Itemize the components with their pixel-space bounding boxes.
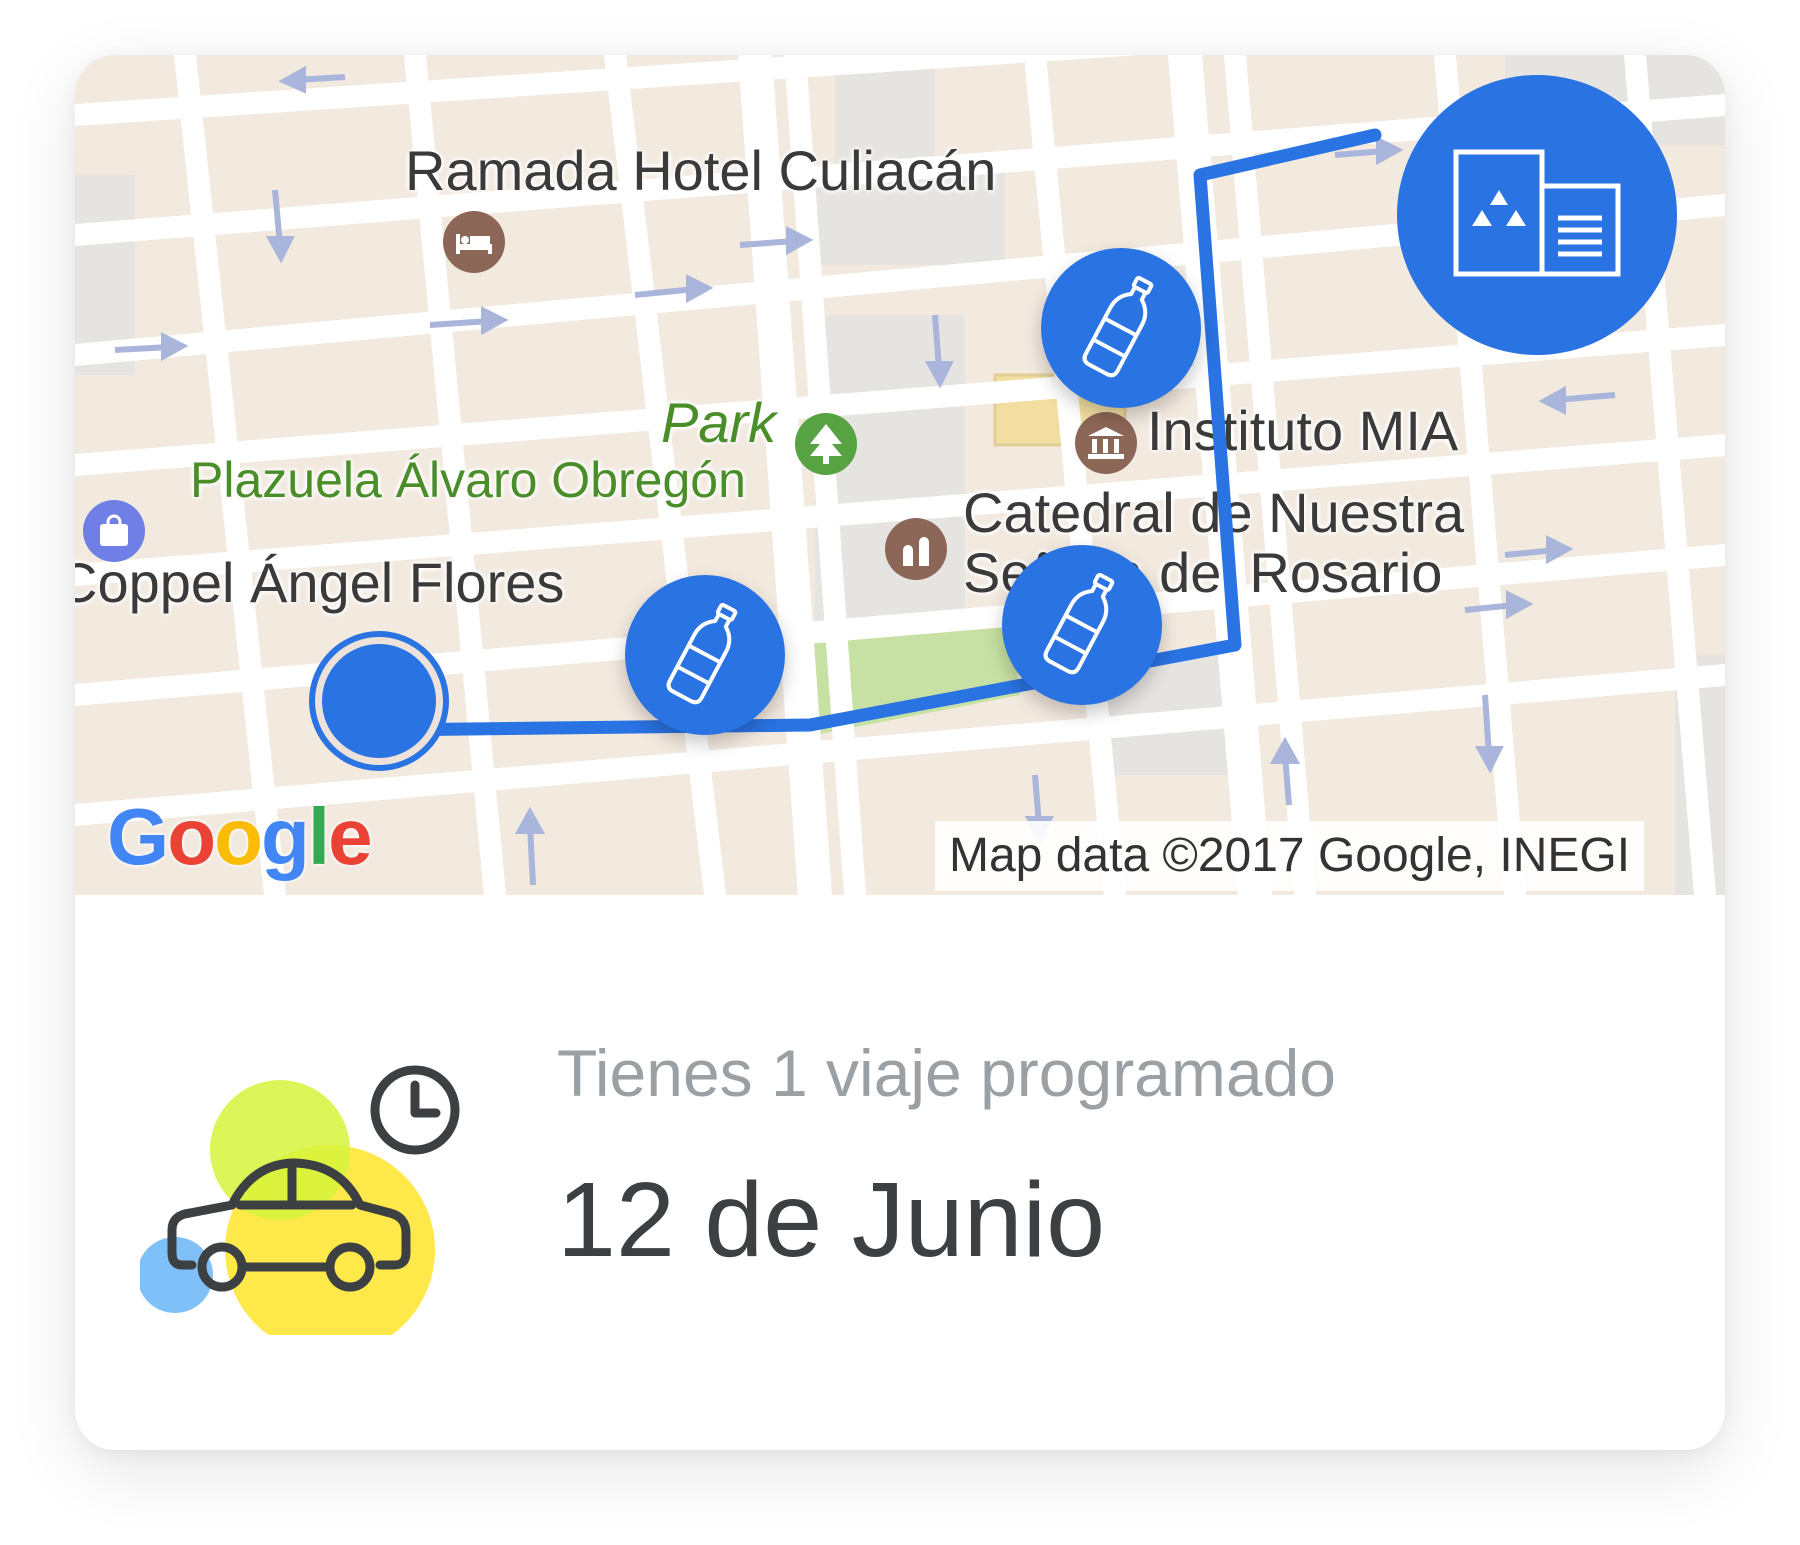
trip-count-text: Tienes 1 viaje programado: [557, 1036, 1336, 1110]
scheduled-car-icon: [137, 1035, 500, 1355]
trip-card[interactable]: Ramada Hotel Culiacán Park Plazuela Álva…: [75, 55, 1725, 1450]
trip-date[interactable]: 12 de Junio: [557, 1160, 1105, 1281]
bottle-icon: [1042, 568, 1122, 683]
pickup-marker-3[interactable]: [1041, 248, 1201, 408]
origin-marker[interactable]: [315, 637, 443, 765]
route-map[interactable]: Ramada Hotel Culiacán Park Plazuela Álva…: [75, 55, 1725, 895]
bottle-icon: [1081, 271, 1161, 386]
google-logo: Google: [107, 792, 373, 881]
recycling-center-icon: [1452, 148, 1622, 283]
bottle-icon: [665, 598, 745, 713]
pickup-marker-2[interactable]: [1002, 545, 1162, 705]
destination-marker[interactable]: [1397, 75, 1677, 355]
pickup-marker-1[interactable]: [625, 575, 785, 735]
map-attribution[interactable]: Map data ©2017 Google, INEGI: [935, 821, 1645, 891]
